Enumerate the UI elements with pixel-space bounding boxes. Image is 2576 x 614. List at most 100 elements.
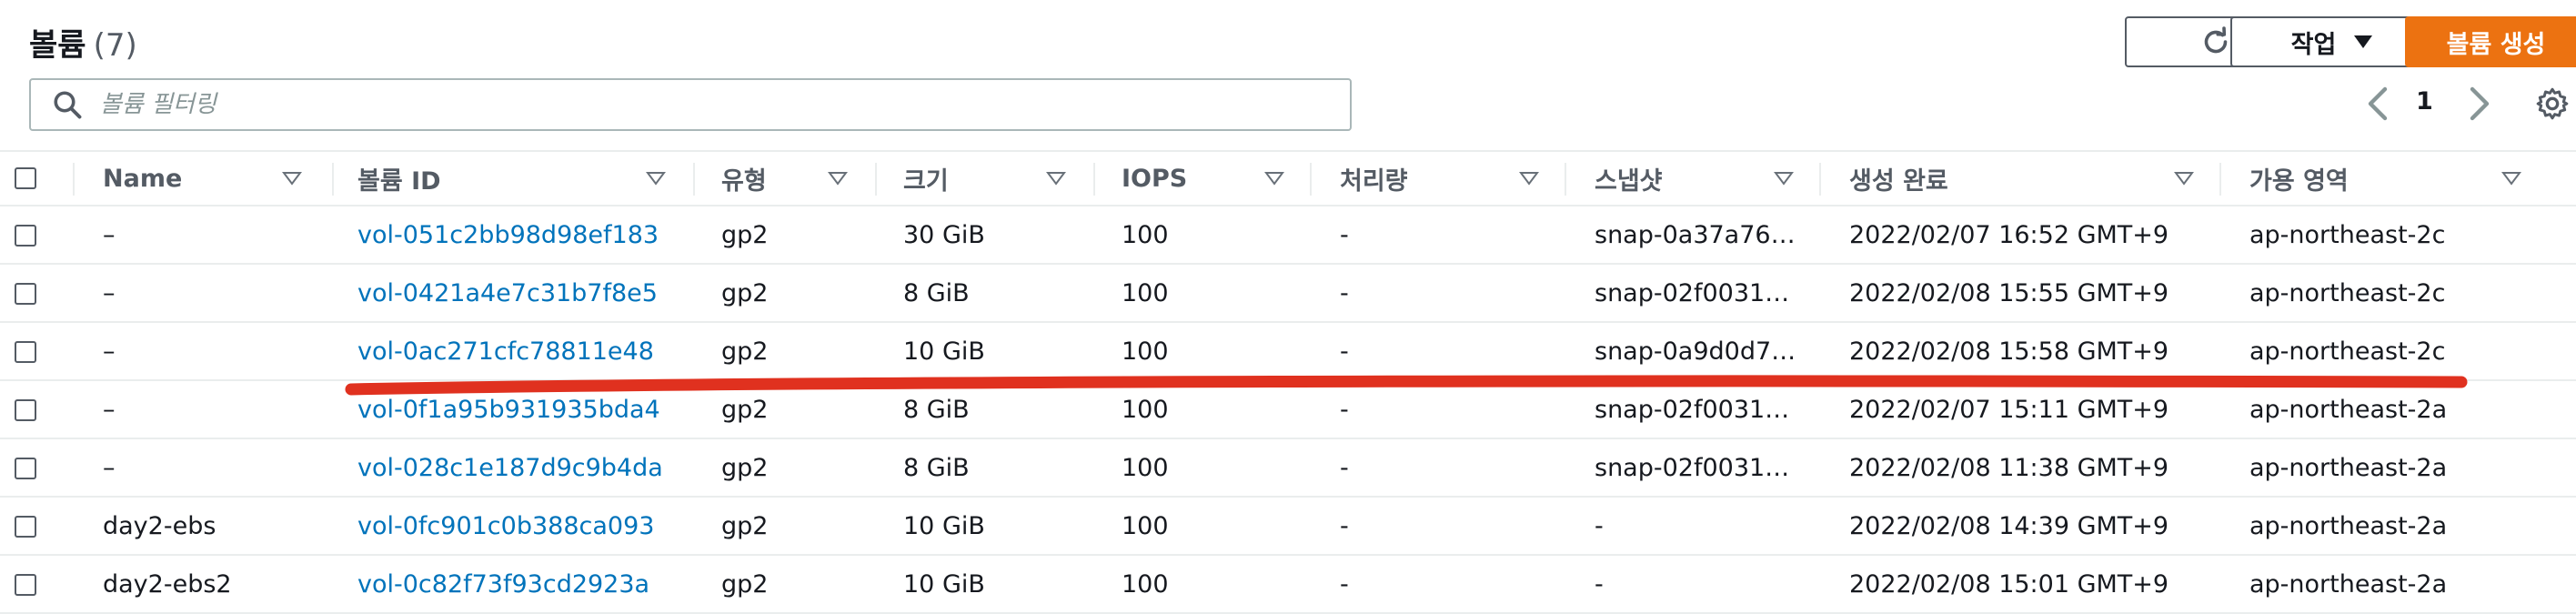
- sort-icon[interactable]: [2501, 170, 2521, 186]
- cell-type: gp2: [721, 220, 769, 249]
- cell-type: gp2: [721, 278, 769, 307]
- cell-throughput: -: [1340, 278, 1349, 307]
- column-header-iops[interactable]: IOPS: [1122, 152, 1187, 205]
- sort-icon[interactable]: [2174, 170, 2194, 186]
- cell-volume-id-link[interactable]: vol-028c1e187d9c9b4da: [357, 439, 663, 496]
- cell-type: gp2: [721, 453, 769, 482]
- cell-iops: 100: [1122, 511, 1169, 540]
- cell-name: –: [103, 337, 116, 366]
- sort-icon[interactable]: [1264, 170, 1284, 186]
- sort-icon[interactable]: [1774, 170, 1794, 186]
- create-volume-button[interactable]: 볼륨 생성: [2405, 16, 2576, 67]
- cell-throughput: -: [1340, 569, 1349, 599]
- row-checkbox[interactable]: [15, 341, 36, 363]
- column-header-snapshot[interactable]: 스냅샷: [1595, 152, 1663, 205]
- row-checkbox[interactable]: [15, 283, 36, 305]
- cell-availability-zone: ap-northeast-2a: [2249, 511, 2448, 540]
- column-header-volume-id[interactable]: 볼륨 ID: [357, 152, 441, 205]
- row-checkbox[interactable]: [15, 399, 36, 421]
- cell-iops: 100: [1122, 395, 1169, 424]
- cell-name: –: [103, 278, 116, 307]
- cell-snapshot: snap-02f0031…: [1595, 453, 1790, 482]
- cell-volume-id-link[interactable]: vol-051c2bb98d98ef183: [357, 206, 659, 263]
- row-checkbox[interactable]: [15, 225, 36, 247]
- cell-iops: 100: [1122, 220, 1169, 249]
- table-row[interactable]: – vol-0421a4e7c31b7f8e5 gp2 8 GiB 100 - …: [0, 265, 2576, 323]
- column-separator: [1310, 163, 1312, 196]
- create-volume-label: 볼륨 생성: [2446, 30, 2546, 59]
- cell-availability-zone: ap-northeast-2a: [2249, 453, 2448, 482]
- cell-size: 8 GiB: [903, 453, 970, 482]
- volume-count: (7): [93, 27, 137, 64]
- table-row[interactable]: – vol-0ac271cfc78811e48 gp2 10 GiB 100 -…: [0, 323, 2576, 381]
- column-separator: [2219, 163, 2221, 196]
- cell-snapshot: snap-02f0031…: [1595, 395, 1790, 424]
- column-separator: [875, 163, 877, 196]
- cell-availability-zone: ap-northeast-2c: [2249, 278, 2446, 307]
- cell-availability-zone: ap-northeast-2a: [2249, 569, 2448, 599]
- table-row[interactable]: – vol-028c1e187d9c9b4da gp2 8 GiB 100 - …: [0, 439, 2576, 498]
- cell-iops: 100: [1122, 278, 1169, 307]
- column-header-availability-zone[interactable]: 가용 영역: [2249, 152, 2349, 205]
- cell-type: gp2: [721, 395, 769, 424]
- cell-availability-zone: ap-northeast-2a: [2249, 395, 2448, 424]
- cell-size: 8 GiB: [903, 278, 970, 307]
- page-title-text: 볼륨: [29, 27, 86, 64]
- cell-volume-id-link[interactable]: vol-0fc901c0b388ca093: [357, 498, 654, 554]
- column-separator: [693, 163, 695, 196]
- cell-created: 2022/02/08 14:39 GMT+9: [1849, 511, 2169, 540]
- cell-iops: 100: [1122, 453, 1169, 482]
- search-box[interactable]: [29, 78, 1352, 131]
- cell-iops: 100: [1122, 569, 1169, 599]
- cell-snapshot: snap-0a37a76…: [1595, 220, 1796, 249]
- column-separator: [1093, 163, 1095, 196]
- column-header-size[interactable]: 크기: [903, 152, 949, 205]
- table-row[interactable]: – vol-0f1a95b931935bda4 gp2 8 GiB 100 - …: [0, 381, 2576, 439]
- search-input[interactable]: [98, 90, 1350, 119]
- cell-created: 2022/02/07 15:11 GMT+9: [1849, 395, 2169, 424]
- row-checkbox[interactable]: [15, 574, 36, 596]
- cell-volume-id-link[interactable]: vol-0c82f73f93cd2923a: [357, 556, 649, 612]
- cell-created: 2022/02/08 11:38 GMT+9: [1849, 453, 2169, 482]
- actions-label: 작업: [2290, 30, 2337, 59]
- sort-icon[interactable]: [1046, 170, 1066, 186]
- chevron-left-icon[interactable]: [2365, 86, 2390, 122]
- cell-volume-id-link[interactable]: vol-0f1a95b931935bda4: [357, 381, 660, 438]
- cell-snapshot: snap-02f0031…: [1595, 278, 1790, 307]
- search-icon: [54, 91, 82, 119]
- table-row[interactable]: day2-ebs2 vol-0c82f73f93cd2923a gp2 10 G…: [0, 556, 2576, 614]
- cell-size: 10 GiB: [903, 511, 985, 540]
- cell-name: –: [103, 453, 116, 482]
- cell-throughput: -: [1340, 453, 1349, 482]
- column-header-name[interactable]: Name: [103, 152, 182, 205]
- sort-icon[interactable]: [646, 170, 666, 186]
- column-header-created[interactable]: 생성 완료: [1849, 152, 1948, 205]
- cell-volume-id-link[interactable]: vol-0ac271cfc78811e48: [357, 323, 654, 379]
- sort-icon[interactable]: [282, 170, 302, 186]
- settings-icon[interactable]: [2534, 86, 2571, 122]
- chevron-right-icon[interactable]: [2467, 86, 2492, 122]
- cell-size: 10 GiB: [903, 337, 985, 366]
- cell-volume-id-link[interactable]: vol-0421a4e7c31b7f8e5: [357, 265, 658, 321]
- cell-created: 2022/02/07 16:52 GMT+9: [1849, 220, 2169, 249]
- actions-button[interactable]: 작업: [2230, 16, 2433, 67]
- table-row[interactable]: – vol-051c2bb98d98ef183 gp2 30 GiB 100 -…: [0, 206, 2576, 265]
- column-header-throughput[interactable]: 처리량: [1340, 152, 1408, 205]
- select-all-checkbox[interactable]: [15, 167, 36, 189]
- cell-throughput: -: [1340, 395, 1349, 424]
- table-row[interactable]: day2-ebs vol-0fc901c0b388ca093 gp2 10 Gi…: [0, 498, 2576, 556]
- cell-type: gp2: [721, 511, 769, 540]
- row-checkbox[interactable]: [15, 458, 36, 479]
- cell-name: –: [103, 220, 116, 249]
- cell-name: –: [103, 395, 116, 424]
- cell-size: 10 GiB: [903, 569, 985, 599]
- page-number[interactable]: 1: [2416, 87, 2433, 116]
- sort-icon[interactable]: [1519, 170, 1539, 186]
- column-separator: [1565, 163, 1566, 196]
- sort-icon[interactable]: [828, 170, 848, 186]
- column-header-type[interactable]: 유형: [721, 152, 767, 205]
- row-checkbox[interactable]: [15, 516, 36, 538]
- cell-throughput: -: [1340, 220, 1349, 249]
- cell-size: 8 GiB: [903, 395, 970, 424]
- cell-size: 30 GiB: [903, 220, 985, 249]
